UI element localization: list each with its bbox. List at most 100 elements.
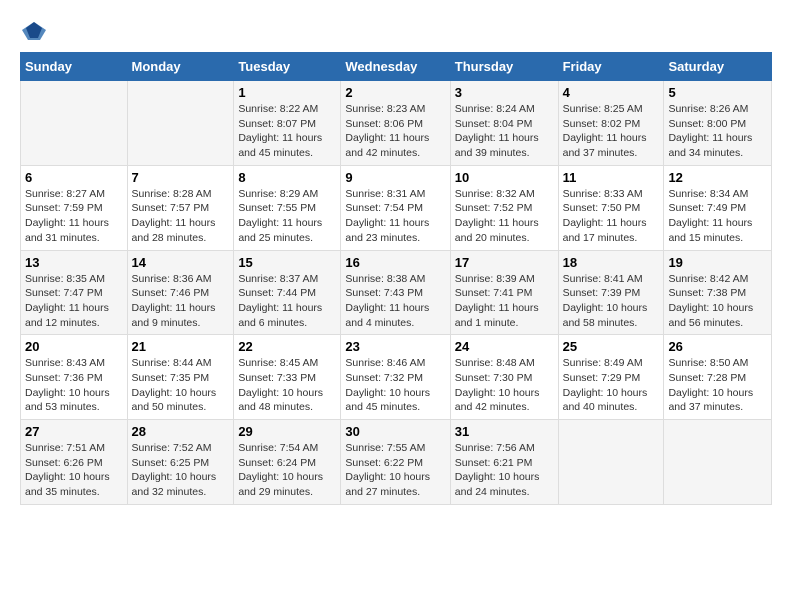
day-info: Sunrise: 8:29 AM Sunset: 7:55 PM Dayligh… [238, 187, 336, 246]
day-number: 6 [25, 170, 123, 185]
day-number: 3 [455, 85, 554, 100]
calendar-cell: 29 Sunrise: 7:54 AM Sunset: 6:24 PM Dayli… [234, 420, 341, 505]
calendar-cell: 12 Sunrise: 8:34 AM Sunset: 7:49 PM Dayli… [664, 165, 772, 250]
calendar-cell: 28 Sunrise: 7:52 AM Sunset: 6:25 PM Dayli… [127, 420, 234, 505]
day-number: 10 [455, 170, 554, 185]
header-day-sunday: Sunday [21, 53, 128, 81]
calendar-week-row: 6 Sunrise: 8:27 AM Sunset: 7:59 PM Daylig… [21, 165, 772, 250]
header-day-friday: Friday [558, 53, 664, 81]
day-number: 31 [455, 424, 554, 439]
calendar-table: SundayMondayTuesdayWednesdayThursdayFrid… [20, 52, 772, 505]
calendar-week-row: 20 Sunrise: 8:43 AM Sunset: 7:36 PM Dayli… [21, 335, 772, 420]
calendar-cell: 24 Sunrise: 8:48 AM Sunset: 7:30 PM Dayli… [450, 335, 558, 420]
day-number: 8 [238, 170, 336, 185]
day-number: 1 [238, 85, 336, 100]
day-number: 29 [238, 424, 336, 439]
day-number: 25 [563, 339, 660, 354]
day-number: 5 [668, 85, 767, 100]
day-number: 17 [455, 255, 554, 270]
calendar-cell: 8 Sunrise: 8:29 AM Sunset: 7:55 PM Daylig… [234, 165, 341, 250]
day-info: Sunrise: 8:33 AM Sunset: 7:50 PM Dayligh… [563, 187, 660, 246]
calendar-cell: 19 Sunrise: 8:42 AM Sunset: 7:38 PM Dayli… [664, 250, 772, 335]
day-number: 22 [238, 339, 336, 354]
calendar-cell: 16 Sunrise: 8:38 AM Sunset: 7:43 PM Dayli… [341, 250, 450, 335]
calendar-cell: 17 Sunrise: 8:39 AM Sunset: 7:41 PM Dayli… [450, 250, 558, 335]
header-day-thursday: Thursday [450, 53, 558, 81]
header [20, 20, 772, 42]
calendar-cell: 10Sunrise: 8:32 AM Sunset: 7:52 PM Dayli… [450, 165, 558, 250]
day-number: 20 [25, 339, 123, 354]
day-number: 9 [345, 170, 445, 185]
day-info: Sunrise: 8:27 AM Sunset: 7:59 PM Dayligh… [25, 187, 123, 246]
calendar-cell: 2 Sunrise: 8:23 AM Sunset: 8:06 PM Daylig… [341, 81, 450, 166]
logo-icon [20, 20, 48, 42]
day-number: 13 [25, 255, 123, 270]
day-info: Sunrise: 7:51 AM Sunset: 6:26 PM Dayligh… [25, 441, 123, 500]
calendar-header-row: SundayMondayTuesdayWednesdayThursdayFrid… [21, 53, 772, 81]
day-number: 2 [345, 85, 445, 100]
day-number: 27 [25, 424, 123, 439]
day-info: Sunrise: 8:46 AM Sunset: 7:32 PM Dayligh… [345, 356, 445, 415]
day-info: Sunrise: 7:56 AM Sunset: 6:21 PM Dayligh… [455, 441, 554, 500]
day-number: 11 [563, 170, 660, 185]
day-number: 12 [668, 170, 767, 185]
header-day-monday: Monday [127, 53, 234, 81]
day-info: Sunrise: 7:52 AM Sunset: 6:25 PM Dayligh… [132, 441, 230, 500]
calendar-cell: 14 Sunrise: 8:36 AM Sunset: 7:46 PM Dayli… [127, 250, 234, 335]
day-info: Sunrise: 8:23 AM Sunset: 8:06 PM Dayligh… [345, 102, 445, 161]
day-info: Sunrise: 8:34 AM Sunset: 7:49 PM Dayligh… [668, 187, 767, 246]
calendar-cell: 4 Sunrise: 8:25 AM Sunset: 8:02 PM Daylig… [558, 81, 664, 166]
day-number: 18 [563, 255, 660, 270]
day-info: Sunrise: 8:22 AM Sunset: 8:07 PM Dayligh… [238, 102, 336, 161]
calendar-cell: 18Sunrise: 8:41 AM Sunset: 7:39 PM Dayli… [558, 250, 664, 335]
day-info: Sunrise: 8:45 AM Sunset: 7:33 PM Dayligh… [238, 356, 336, 415]
calendar-cell [21, 81, 128, 166]
day-info: Sunrise: 8:38 AM Sunset: 7:43 PM Dayligh… [345, 272, 445, 331]
calendar-cell: 26 Sunrise: 8:50 AM Sunset: 7:28 PM Dayli… [664, 335, 772, 420]
day-number: 30 [345, 424, 445, 439]
day-info: Sunrise: 7:54 AM Sunset: 6:24 PM Dayligh… [238, 441, 336, 500]
calendar-cell: 23 Sunrise: 8:46 AM Sunset: 7:32 PM Dayli… [341, 335, 450, 420]
day-info: Sunrise: 8:25 AM Sunset: 8:02 PM Dayligh… [563, 102, 660, 161]
day-info: Sunrise: 8:37 AM Sunset: 7:44 PM Dayligh… [238, 272, 336, 331]
day-info: Sunrise: 8:39 AM Sunset: 7:41 PM Dayligh… [455, 272, 554, 331]
day-number: 28 [132, 424, 230, 439]
calendar-cell: 1 Sunrise: 8:22 AM Sunset: 8:07 PM Daylig… [234, 81, 341, 166]
day-number: 26 [668, 339, 767, 354]
day-info: Sunrise: 8:36 AM Sunset: 7:46 PM Dayligh… [132, 272, 230, 331]
day-info: Sunrise: 8:42 AM Sunset: 7:38 PM Dayligh… [668, 272, 767, 331]
day-info: Sunrise: 8:49 AM Sunset: 7:29 PM Dayligh… [563, 356, 660, 415]
day-info: Sunrise: 8:50 AM Sunset: 7:28 PM Dayligh… [668, 356, 767, 415]
day-info: Sunrise: 7:55 AM Sunset: 6:22 PM Dayligh… [345, 441, 445, 500]
calendar-cell: 9 Sunrise: 8:31 AM Sunset: 7:54 PM Daylig… [341, 165, 450, 250]
day-number: 16 [345, 255, 445, 270]
calendar-cell: 6 Sunrise: 8:27 AM Sunset: 7:59 PM Daylig… [21, 165, 128, 250]
day-number: 23 [345, 339, 445, 354]
day-number: 24 [455, 339, 554, 354]
day-number: 14 [132, 255, 230, 270]
calendar-cell: 22 Sunrise: 8:45 AM Sunset: 7:33 PM Dayli… [234, 335, 341, 420]
day-info: Sunrise: 8:31 AM Sunset: 7:54 PM Dayligh… [345, 187, 445, 246]
calendar-cell: 31 Sunrise: 7:56 AM Sunset: 6:21 PM Dayli… [450, 420, 558, 505]
calendar-cell: 3 Sunrise: 8:24 AM Sunset: 8:04 PM Daylig… [450, 81, 558, 166]
day-number: 15 [238, 255, 336, 270]
day-info: Sunrise: 8:28 AM Sunset: 7:57 PM Dayligh… [132, 187, 230, 246]
calendar-cell: 30 Sunrise: 7:55 AM Sunset: 6:22 PM Dayli… [341, 420, 450, 505]
calendar-cell: 27 Sunrise: 7:51 AM Sunset: 6:26 PM Dayli… [21, 420, 128, 505]
calendar-week-row: 27 Sunrise: 7:51 AM Sunset: 6:26 PM Dayli… [21, 420, 772, 505]
day-info: Sunrise: 8:24 AM Sunset: 8:04 PM Dayligh… [455, 102, 554, 161]
calendar-cell: 13 Sunrise: 8:35 AM Sunset: 7:47 PM Dayli… [21, 250, 128, 335]
day-number: 21 [132, 339, 230, 354]
day-info: Sunrise: 8:43 AM Sunset: 7:36 PM Dayligh… [25, 356, 123, 415]
day-info: Sunrise: 8:48 AM Sunset: 7:30 PM Dayligh… [455, 356, 554, 415]
calendar-cell [558, 420, 664, 505]
day-info: Sunrise: 8:35 AM Sunset: 7:47 PM Dayligh… [25, 272, 123, 331]
header-day-tuesday: Tuesday [234, 53, 341, 81]
calendar-cell: 15 Sunrise: 8:37 AM Sunset: 7:44 PM Dayli… [234, 250, 341, 335]
day-info: Sunrise: 8:44 AM Sunset: 7:35 PM Dayligh… [132, 356, 230, 415]
day-info: Sunrise: 8:26 AM Sunset: 8:00 PM Dayligh… [668, 102, 767, 161]
header-day-wednesday: Wednesday [341, 53, 450, 81]
day-number: 19 [668, 255, 767, 270]
calendar-cell [127, 81, 234, 166]
day-number: 4 [563, 85, 660, 100]
